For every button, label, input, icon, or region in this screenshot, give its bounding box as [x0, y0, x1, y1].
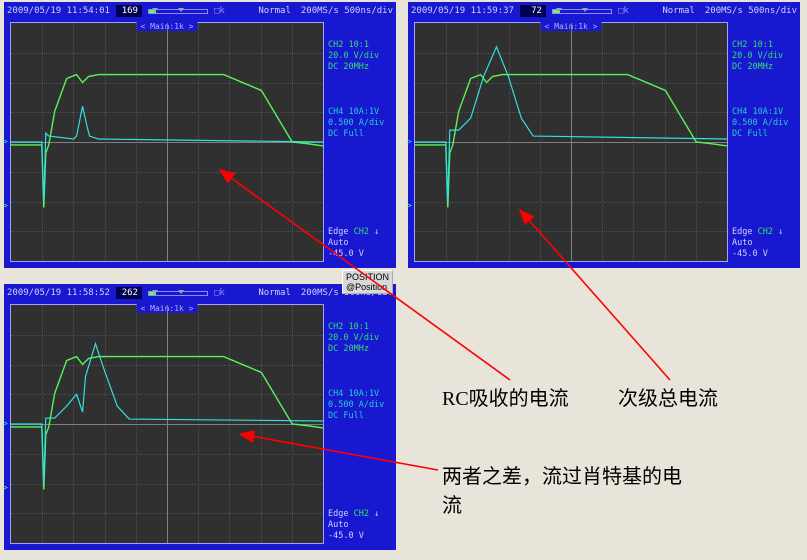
- scope-top-left: 2009/05/19 11:54:01 169 □k Normal 200MS/…: [4, 2, 396, 268]
- header-right: Normal 200MS/s 500ns/div: [662, 6, 797, 16]
- trig-mode: Edge: [732, 227, 752, 237]
- side-panel: CH2 10:1 20.0 V/div DC 20MHz CH4 10A:1V …: [324, 20, 386, 266]
- scope-header: 2009/05/19 11:54:01 169 □k Normal 200MS/…: [4, 2, 396, 20]
- trig-auto: Auto: [328, 520, 386, 531]
- ch2-zero-marker: [3, 201, 8, 210]
- ch-icon: □k: [618, 6, 629, 16]
- waveforms: [415, 23, 727, 261]
- ch4-label: CH4 10A:1V: [732, 107, 790, 118]
- annotation-diff: 两者之差，流过肖特基的电流: [442, 460, 682, 518]
- memory-bar: [148, 291, 208, 296]
- ch4-zero-marker: [3, 419, 8, 428]
- datetime-label: 2009/05/19 11:54:01: [7, 6, 110, 16]
- trig-level: -45.0 V: [732, 249, 790, 260]
- ch-icon: □k: [214, 6, 225, 16]
- ch4-info: CH4 10A:1V 0.500 A/div DC Full: [732, 107, 790, 140]
- memory-bar: [552, 9, 612, 14]
- annotation-secondary: 次级总电流: [618, 382, 718, 411]
- ch2-info: CH2 10:1 20.0 V/div DC 20MHz: [328, 40, 386, 73]
- trigger-info: Edge CH2 ↓ Auto -45.0 V: [328, 227, 386, 260]
- side-panel: CH2 10:1 20.0 V/div DC 20MHz CH4 10A:1V …: [324, 302, 386, 548]
- mode-label: Normal: [662, 6, 695, 16]
- ch4-coupling: DC Full: [732, 129, 790, 140]
- waveforms: [11, 23, 323, 261]
- scope-top-right: 2009/05/19 11:59:37 72 □k Normal 200MS/s…: [408, 2, 800, 268]
- trig-ch: CH2: [354, 227, 369, 237]
- trig-ch: CH2: [354, 509, 369, 519]
- acq-count: 169: [116, 5, 142, 17]
- mode-label: Normal: [258, 6, 291, 16]
- ch4-coupling: DC Full: [328, 129, 386, 140]
- ch4-label: CH4 10A:1V: [328, 107, 386, 118]
- ch2-coupling: DC 20MHz: [328, 344, 386, 355]
- ch2-label: CH2 10:1: [732, 40, 790, 51]
- mode-label: Normal: [258, 288, 291, 298]
- trigger-info: Edge CH2 ↓ Auto -45.0 V: [328, 509, 386, 542]
- trig-mode: Edge: [328, 227, 348, 237]
- ch4-coupling: DC Full: [328, 411, 386, 422]
- ch-icon: □k: [214, 288, 225, 298]
- ch2-coupling: DC 20MHz: [732, 62, 790, 73]
- position-line1: POSITION: [346, 272, 389, 282]
- ch4-scale: 0.500 A/div: [328, 400, 386, 411]
- plot-area: < Main:1k >: [10, 304, 324, 544]
- ch4-scale: 0.500 A/div: [732, 118, 790, 129]
- header-right: Normal 200MS/s 500ns/div: [258, 6, 393, 16]
- plot-area: < Main:1k >: [414, 22, 728, 262]
- ch4-info: CH4 10A:1V 0.500 A/div DC Full: [328, 389, 386, 422]
- position-line2: @Position: [346, 282, 389, 292]
- datetime-label: 2009/05/19 11:58:52: [7, 288, 110, 298]
- trig-level: -45.0 V: [328, 249, 386, 260]
- ch4-label: CH4 10A:1V: [328, 389, 386, 400]
- annotation-rc: RC吸收的电流: [442, 382, 569, 411]
- ch2-scale: 20.0 V/div: [328, 51, 386, 62]
- ch2-zero-marker: [407, 201, 412, 210]
- acq-count: 262: [116, 287, 142, 299]
- trigger-info: Edge CH2 ↓ Auto -45.0 V: [732, 227, 790, 260]
- ch2-scale: 20.0 V/div: [328, 333, 386, 344]
- acq-count: 72: [520, 5, 546, 17]
- waveforms: [11, 305, 323, 543]
- scope-header: 2009/05/19 11:58:52 262 □k Normal 200MS/…: [4, 284, 396, 302]
- ch4-zero-marker: [407, 137, 412, 146]
- ch2-coupling: DC 20MHz: [328, 62, 386, 73]
- trig-slope-icon: ↓: [374, 227, 379, 237]
- sample-label: 200MS/s 500ns/div: [301, 6, 393, 16]
- datetime-label: 2009/05/19 11:59:37: [411, 6, 514, 16]
- trig-slope-icon: ↓: [374, 509, 379, 519]
- ch2-scale: 20.0 V/div: [732, 51, 790, 62]
- trig-slope-icon: ↓: [778, 227, 783, 237]
- ch4-scale: 0.500 A/div: [328, 118, 386, 129]
- plot-area: < Main:1k >: [10, 22, 324, 262]
- trig-level: -45.0 V: [328, 531, 386, 542]
- ch2-label: CH2 10:1: [328, 322, 386, 333]
- scope-bottom-left: 2009/05/19 11:58:52 262 □k Normal 200MS/…: [4, 284, 396, 550]
- ch2-label: CH2 10:1: [328, 40, 386, 51]
- sample-label: 200MS/s 500ns/div: [705, 6, 797, 16]
- ch2-zero-marker: [3, 483, 8, 492]
- trig-ch: CH2: [758, 227, 773, 237]
- scope-header: 2009/05/19 11:59:37 72 □k Normal 200MS/s…: [408, 2, 800, 20]
- memory-bar: [148, 9, 208, 14]
- ch2-info: CH2 10:1 20.0 V/div DC 20MHz: [328, 322, 386, 355]
- ch4-zero-marker: [3, 137, 8, 146]
- ch2-info: CH2 10:1 20.0 V/div DC 20MHz: [732, 40, 790, 73]
- trig-mode: Edge: [328, 509, 348, 519]
- trig-auto: Auto: [732, 238, 790, 249]
- position-button[interactable]: POSITION @Position: [342, 270, 393, 294]
- ch4-info: CH4 10A:1V 0.500 A/div DC Full: [328, 107, 386, 140]
- side-panel: CH2 10:1 20.0 V/div DC 20MHz CH4 10A:1V …: [728, 20, 790, 266]
- trig-auto: Auto: [328, 238, 386, 249]
